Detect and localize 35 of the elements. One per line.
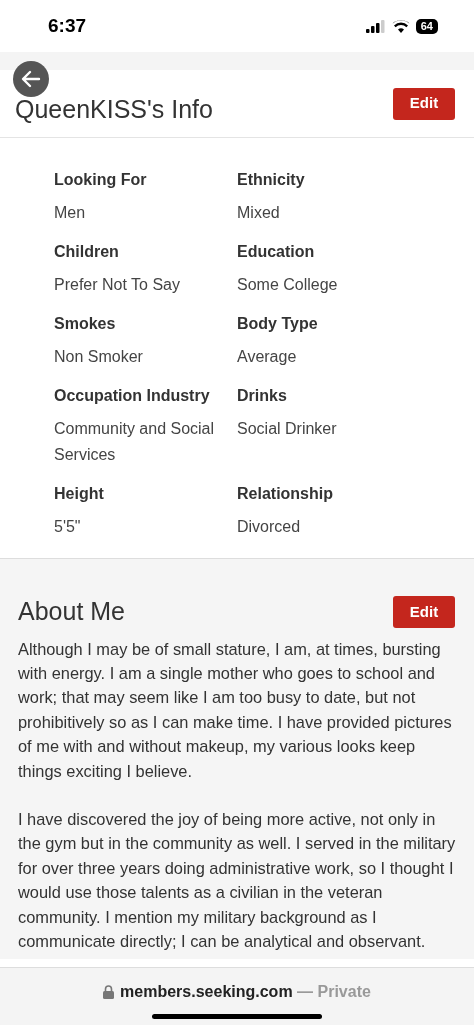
edit-button[interactable]: Edit (393, 87, 455, 120)
status-time: 6:37 (48, 13, 87, 38)
field-label: Children (54, 242, 120, 262)
about-paragraph: Although I may be of small stature, I am, at times, bursting with energy. I am a single mother who goes to school and work; that may seem like I am too busy to date, but not prohibitively so as I can make time. I have provided pictures of me with and without makeup, my various looks keep things exciting I believe. (18, 638, 453, 782)
field-label: Ethnicity (237, 170, 306, 190)
domain-text: members.seeking.com (120, 983, 293, 1000)
section-title: About Me (18, 596, 125, 627)
field-value: Divorced (237, 517, 302, 537)
signal-icon (365, 19, 386, 33)
field-label: Relationship (237, 484, 334, 504)
battery-icon: 64 (415, 18, 438, 34)
field-value: Prefer Not To Say (54, 275, 181, 295)
field-label: Occupation Industry (54, 386, 211, 406)
field-label: Looking For (54, 170, 148, 190)
field-value: Some College (237, 275, 339, 295)
edit-button[interactable]: Edit (393, 595, 455, 628)
wifi-icon (391, 19, 410, 33)
about-paragraph: I have discovered the joy of being more active, not only in the gym but in the community as well. I served in the military for over three years doing administrative work, so I thought I would use those talents as a civilian in the veteran community. I mention my military background as I communicate directly; I can be analytical and observant. (18, 808, 456, 952)
section-title: QueenKISS's Info (15, 95, 213, 122)
field-label: Smokes (54, 314, 117, 334)
field-label: Education (237, 242, 316, 262)
field-label: Body Type (237, 314, 319, 334)
back-button[interactable] (13, 61, 49, 97)
field-label: Drinks (237, 386, 288, 406)
field-value: Non Smoker (54, 347, 144, 367)
field-value: Average (237, 347, 298, 367)
private-label: — Private (297, 983, 371, 1000)
lock-icon (103, 985, 115, 999)
field-value: Mixed (237, 203, 281, 223)
field-value: Men (54, 203, 87, 223)
field-value: Community and Social Services (54, 419, 216, 465)
field-value: 5'5" (54, 517, 82, 537)
back-arrow-icon (21, 70, 41, 88)
field-label: Height (54, 484, 105, 504)
field-value: Social Drinker (237, 419, 338, 439)
